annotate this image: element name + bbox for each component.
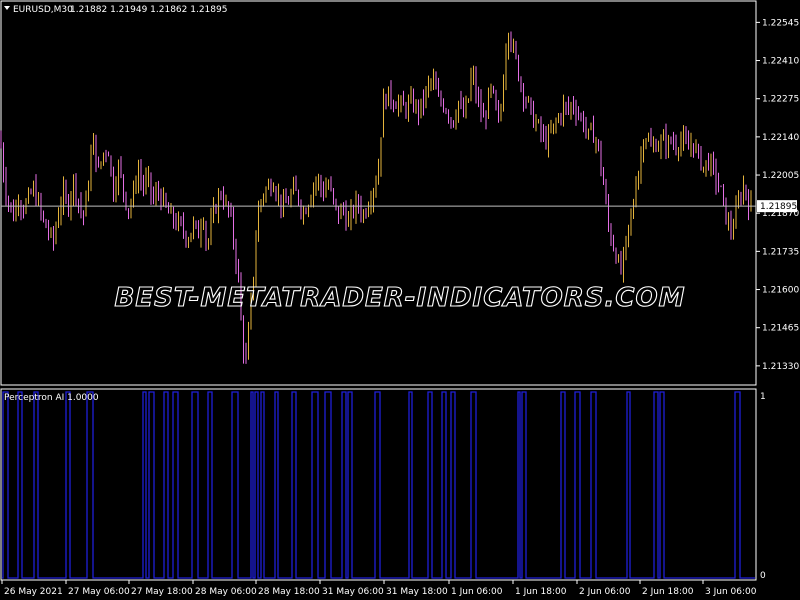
y-tick-label: 1.21735 (762, 247, 799, 257)
indicator-series-line (2, 391, 755, 579)
indicator-tick-0: 0 (760, 571, 766, 581)
x-tick-label: 28 May 06:00 (195, 587, 257, 597)
x-tick-label: 3 Jun 06:00 (705, 587, 757, 597)
x-tick-label: 26 May 2021 (4, 587, 63, 597)
indicator-label: Perceptron AI 1.0000 (4, 393, 99, 403)
y-tick-label: 1.22410 (762, 57, 799, 67)
dropdown-arrow-icon[interactable] (4, 6, 10, 10)
current-price-tag: 1.21895 (757, 200, 797, 213)
y-tick-label: 1.22005 (762, 171, 799, 181)
chart-window[interactable]: 1.22545 1.22410 1.22275 1.22140 1.22005 1.218… (0, 0, 800, 600)
x-tick-label: 28 May 18:00 (258, 587, 320, 597)
watermark-text: BEST-METATRADER-INDICATORS.COM (115, 283, 686, 313)
x-tick-label: 2 Jun 06:00 (579, 587, 631, 597)
x-tick-label: 31 May 18:00 (386, 587, 448, 597)
ohlc-label: 1.21882 1.21949 1.21862 1.21895 (70, 5, 227, 15)
y-tick-label: 1.21465 (762, 324, 799, 334)
y-tick-label: 1.21330 (762, 362, 799, 372)
x-tick-label: 27 May 18:00 (131, 587, 193, 597)
candles-layer (0, 31, 752, 364)
main-chart-frame (0, 0, 757, 386)
y-tick-label: 1.22275 (762, 95, 799, 105)
y-tick-label: 1.22545 (762, 18, 799, 28)
price-axis: 1.22545 1.22410 1.22275 1.22140 1.22005 1.218… (756, 18, 799, 372)
time-axis: 26 May 2021 27 May 06:00 27 May 18:00 28 Ma… (1, 580, 757, 597)
x-tick-label: 27 May 06:00 (68, 587, 130, 597)
symbol-label: EURUSD,M30 (13, 5, 73, 15)
y-tick-label: 1.21600 (762, 286, 799, 296)
x-tick-label: 1 Jun 18:00 (515, 587, 567, 597)
x-tick-label: 2 Jun 18:00 (642, 587, 694, 597)
svg-text:1.21895: 1.21895 (760, 202, 797, 212)
indicator-signal-layer (2, 391, 755, 579)
y-tick-label: 1.22140 (762, 133, 799, 143)
x-tick-label: 31 May 06:00 (322, 587, 384, 597)
x-tick-label: 1 Jun 06:00 (451, 587, 503, 597)
indicator-frame (0, 388, 757, 581)
indicator-tick-1: 1 (760, 392, 766, 402)
